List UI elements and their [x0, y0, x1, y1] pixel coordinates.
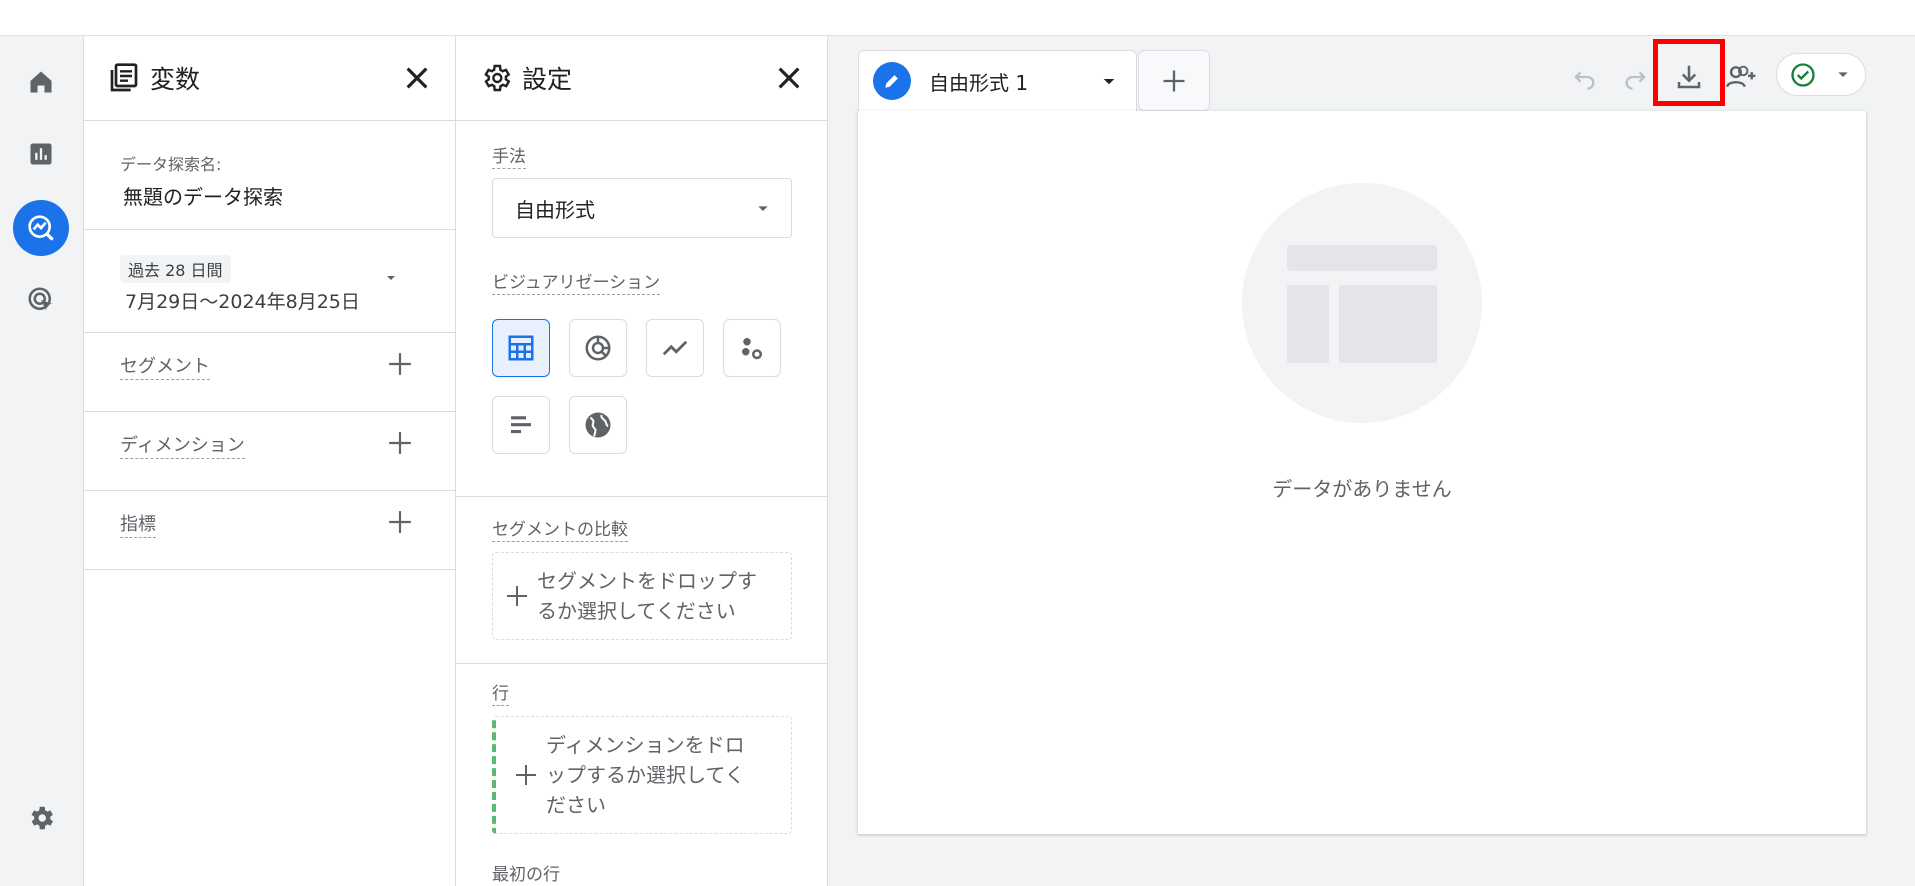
add-segment-icon[interactable] [387, 351, 413, 377]
download-highlight-box [1653, 39, 1725, 106]
date-range-section[interactable]: 過去 28 日間 7月29日～2024年8月25日 [84, 230, 455, 333]
gear-icon [31, 806, 54, 830]
undo-button[interactable] [1560, 53, 1608, 101]
share-button[interactable] [1718, 53, 1766, 101]
rows-drop-text-2: ップするか選択してく [546, 763, 745, 787]
date-dropdown-icon[interactable] [383, 270, 399, 286]
globe-icon [585, 412, 611, 438]
visualization-label: ビジュアリゼーション [492, 268, 661, 295]
divider [456, 663, 827, 664]
tab-label: 自由形式 1 [929, 70, 1029, 95]
date-range-chip: 過去 28 日間 [120, 255, 231, 283]
metrics-label: 指標 [120, 510, 156, 538]
segment-drop-text-1: セグメントをドロップす [537, 569, 757, 593]
plus-icon [1163, 70, 1185, 91]
tab-menu-icon[interactable] [1100, 73, 1118, 91]
variables-panel: 変数 データ探索名: 無題のデータ探索 過去 28 日間 7月29日～2024年… [84, 36, 456, 886]
explore-icon [28, 215, 54, 241]
add-icon [507, 586, 527, 606]
settings-header: 設定 [456, 36, 827, 121]
technique-value: 自由形式 [515, 197, 595, 222]
dimensions-label: ディメンション [120, 431, 245, 459]
add-tab-button[interactable] [1138, 50, 1210, 111]
edit-tab-button[interactable] [873, 62, 911, 100]
rows-label: 行 [492, 679, 509, 706]
metrics-section: 指標 [84, 491, 455, 570]
empty-state-text: データがありません [1272, 477, 1452, 501]
viz-geo[interactable] [569, 396, 627, 454]
variables-title: 変数 [150, 65, 201, 94]
technique-label: 手法 [492, 142, 526, 169]
segment-compare-label: セグメントの比較 [492, 515, 628, 542]
scatter-icon [742, 338, 762, 360]
reports-icon [30, 143, 52, 165]
first-row-label: 最初の行 [492, 860, 560, 886]
rows-drop-zone[interactable]: ディメンションをドロ ップするか選択してく ださい [492, 716, 792, 834]
technique-select[interactable]: 自由形式 [492, 178, 792, 238]
segments-section: セグメント [84, 333, 455, 412]
save-status-button[interactable] [1776, 53, 1866, 96]
variables-header: 変数 [84, 36, 455, 121]
donut-chart-icon [585, 335, 611, 361]
nav-explore[interactable] [13, 200, 69, 256]
variables-icon [110, 63, 138, 92]
viz-line[interactable] [646, 319, 704, 377]
canvas: データがありません [858, 111, 1866, 834]
exploration-name-section[interactable]: データ探索名: 無題のデータ探索 [84, 121, 455, 230]
status-check-icon [1791, 62, 1815, 87]
segment-drop-text-2: るか選択してください [537, 599, 736, 623]
rows-drop-text-3: ださい [546, 793, 606, 817]
add-icon [516, 765, 536, 785]
settings-panel: 設定 手法 自由形式 ビジュアリゼーション セグメントの比較 セグメントをドロッ… [456, 36, 828, 886]
table-icon [508, 335, 534, 361]
chevron-down-icon [1838, 71, 1848, 77]
top-bar [0, 0, 1915, 36]
viz-bar[interactable] [492, 396, 550, 454]
add-metric-icon[interactable] [387, 509, 413, 535]
advertising-icon [28, 287, 53, 310]
close-icon[interactable] [401, 62, 433, 94]
nav-settings[interactable] [13, 790, 69, 846]
segments-label: セグメント [120, 352, 210, 380]
viz-donut[interactable] [569, 319, 627, 377]
segment-drop-zone[interactable]: セグメントをドロップす るか選択してください [492, 552, 792, 640]
nav-home[interactable] [13, 54, 69, 110]
undo-icon [1574, 71, 1595, 90]
rows-drop-text-1: ディメンションをドロ [546, 733, 745, 757]
canvas-area: 自由形式 1 データがありません [828, 36, 1915, 886]
empty-table-illustration [1242, 183, 1482, 423]
line-chart-icon [662, 340, 688, 356]
bar-chart-icon [511, 416, 531, 434]
exploration-name-value[interactable]: 無題のデータ探索 [123, 181, 419, 210]
nav-rail [0, 36, 84, 886]
share-icon [1726, 65, 1756, 88]
dimensions-section: ディメンション [84, 412, 455, 491]
home-icon [30, 71, 52, 93]
close-icon[interactable] [773, 62, 805, 94]
chevron-down-icon [758, 206, 768, 211]
divider [456, 496, 827, 497]
settings-title: 設定 [522, 65, 573, 94]
nav-reports[interactable] [13, 126, 69, 182]
viz-scatter[interactable] [723, 319, 781, 377]
viz-table[interactable] [492, 319, 550, 377]
nav-advertising[interactable] [13, 272, 69, 328]
exploration-name-label: データ探索名: [120, 155, 222, 174]
add-dimension-icon[interactable] [387, 430, 413, 456]
pencil-icon [885, 75, 898, 88]
gear-icon [484, 64, 511, 92]
redo-icon [1625, 71, 1646, 90]
date-range-text: 7月29日～2024年8月25日 [125, 291, 360, 313]
tab-freeform-1[interactable]: 自由形式 1 [858, 50, 1137, 111]
